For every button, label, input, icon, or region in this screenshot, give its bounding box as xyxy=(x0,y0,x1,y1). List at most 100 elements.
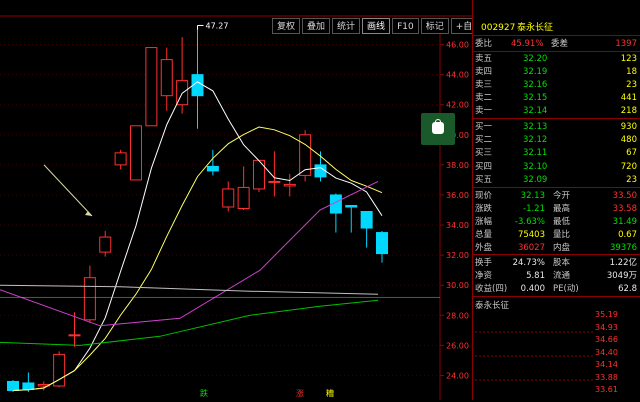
stats-value: 5.81 xyxy=(526,271,545,281)
quote-label: 内盘 xyxy=(553,243,571,253)
y-tick-label: 38.00 xyxy=(446,161,469,170)
quote-value: 32.13 xyxy=(520,191,545,201)
stats-row: 净资 5.81 流通 3049万 xyxy=(473,270,640,282)
quote-label: 总量 xyxy=(475,230,493,240)
weibi-value: 45.91% xyxy=(511,39,544,49)
shopping-bag-icon[interactable] xyxy=(421,113,455,145)
mini-axis-tick: 33.61 xyxy=(595,385,618,394)
kline-svg[interactable]: 46.0044.0042.0040.0038.0036.0034.0032.00… xyxy=(0,0,472,400)
quote-label: 最高 xyxy=(553,204,571,214)
stats-value: 62.8 xyxy=(618,284,637,294)
candle-body xyxy=(268,180,281,183)
sell-row[interactable]: 卖二 32.15 441 xyxy=(473,92,640,104)
toolbar-button-0[interactable]: 复权 xyxy=(272,18,301,34)
sell-volume: 18 xyxy=(626,67,637,77)
y-tick-label: 30.00 xyxy=(446,281,469,290)
y-tick-label: 44.00 xyxy=(446,71,469,80)
stats-value: 3049万 xyxy=(606,271,637,281)
quote-row: 现价 32.13 今开 33.50 xyxy=(473,190,640,202)
sell-volume: 123 xyxy=(620,54,637,64)
toolbar-button-4[interactable]: F10 xyxy=(392,18,419,34)
candle-body xyxy=(114,152,127,166)
buy-row[interactable]: 买四 32.10 720 xyxy=(473,161,640,173)
ma30-line xyxy=(0,284,379,295)
buy-row[interactable]: 买二 32.12 480 xyxy=(473,134,640,146)
buy-volume: 67 xyxy=(626,148,637,159)
stats-row: 收益(四) 0.400 PE(动) 62.8 xyxy=(473,283,640,295)
y-tick-label: 24.00 xyxy=(446,371,469,380)
high-annotation: 47.27 xyxy=(206,21,229,30)
stats-value: 24.73% xyxy=(512,258,545,268)
signal-marker: 跌 xyxy=(200,389,208,398)
y-tick-label: 42.00 xyxy=(446,101,469,110)
y-tick-label: 46.00 xyxy=(446,41,469,50)
stats-label: 流通 xyxy=(553,271,571,281)
kline-chart[interactable]: 46.00 44.00 42.00 40.00 38.00 36.00 34.00 32.00… xyxy=(0,0,472,400)
sell-row[interactable]: 卖五 32.20 123 xyxy=(473,53,640,65)
mini-axis-tick: 33.88 xyxy=(595,372,618,382)
buy-row[interactable]: 买一 32.13 930 xyxy=(473,121,640,133)
sell-price: 32.20 xyxy=(523,54,548,64)
stats-label: 股本 xyxy=(553,258,571,268)
weibi-label: 委比 xyxy=(475,39,493,49)
mini-chart-svg xyxy=(475,331,593,381)
mini-axis-tick: 35.19 xyxy=(595,310,618,319)
drawn-arrow-head xyxy=(85,211,92,217)
sell-price: 32.16 xyxy=(523,80,548,90)
toolbar-button-3[interactable]: 画线 xyxy=(362,18,391,34)
quote-panel: 002927 泰永长征 委比 45.91% 委差 1397 卖五 32.20 123… xyxy=(472,0,640,400)
sell-row[interactable]: 卖一 32.14 218 xyxy=(473,105,640,117)
chart-toolbar: 复权叠加统计画线F10标记+自选返回 xyxy=(272,18,472,34)
buy-label: 买二 xyxy=(475,135,493,146)
buy-price: 32.10 xyxy=(523,161,548,172)
stats-label: PE(动) xyxy=(553,284,579,294)
sell-price: 32.19 xyxy=(523,67,548,77)
candle-body xyxy=(360,211,373,229)
candle-body xyxy=(130,125,142,181)
weicha-label: 委差 xyxy=(551,39,569,49)
buy-label: 买一 xyxy=(475,122,493,132)
toolbar-button-6[interactable]: +自选 xyxy=(450,18,472,34)
quote-label: 涨幅 xyxy=(475,217,493,227)
stats-value: 0.400 xyxy=(520,284,545,294)
stats-value: 1.22亿 xyxy=(609,258,637,268)
candle-body xyxy=(7,380,19,391)
quote-label: 量比 xyxy=(553,230,571,240)
toolbar-button-1[interactable]: 叠加 xyxy=(302,18,331,34)
sell-label: 卖二 xyxy=(475,93,493,103)
stats-label: 换手 xyxy=(475,258,493,268)
sell-volume: 218 xyxy=(620,106,637,116)
mini-axis-tick: 34.14 xyxy=(595,360,618,369)
sell-row[interactable]: 卖四 32.19 18 xyxy=(473,66,640,78)
sell-row[interactable]: 卖三 32.16 23 xyxy=(473,79,640,91)
quote-label: 最低 xyxy=(553,217,571,227)
stats-label: 净资 xyxy=(475,271,493,281)
candle-body xyxy=(237,186,250,209)
buy-price: 32.11 xyxy=(523,148,548,159)
buy-label: 买四 xyxy=(475,161,493,172)
signal-marker: 涨 xyxy=(296,389,304,398)
quote-row: 涨跌 -1.21 最高 33.58 xyxy=(473,203,640,215)
candle-body xyxy=(345,204,358,208)
sell-price: 32.14 xyxy=(523,106,548,116)
stats-label: 收益(四) xyxy=(475,284,508,294)
candle-body xyxy=(22,382,35,390)
mini-chart[interactable] xyxy=(475,314,593,398)
candle-body xyxy=(222,188,235,208)
buy-row[interactable]: 买三 32.11 67 xyxy=(473,147,640,159)
quote-value: -3.63% xyxy=(514,217,545,227)
quote-value: 36027 xyxy=(517,243,545,253)
mini-axis-tick: 34.66 xyxy=(595,335,618,344)
candle-body xyxy=(206,165,219,172)
y-tick-label: 36.00 xyxy=(446,191,469,200)
toolbar-button-5[interactable]: 标记 xyxy=(420,18,449,34)
sell-price: 32.15 xyxy=(523,93,548,103)
sell-label: 卖三 xyxy=(475,80,493,90)
buy-volume: 23 xyxy=(626,174,637,185)
buy-row[interactable]: 买五 32.09 23 xyxy=(473,174,640,186)
stock-code: 002927 xyxy=(481,23,516,33)
toolbar-button-2[interactable]: 统计 xyxy=(332,18,361,34)
weibi-row: 委比 45.91% 委差 1397 xyxy=(473,38,640,50)
quote-value: -1.21 xyxy=(523,204,545,214)
candle-body xyxy=(314,164,327,178)
